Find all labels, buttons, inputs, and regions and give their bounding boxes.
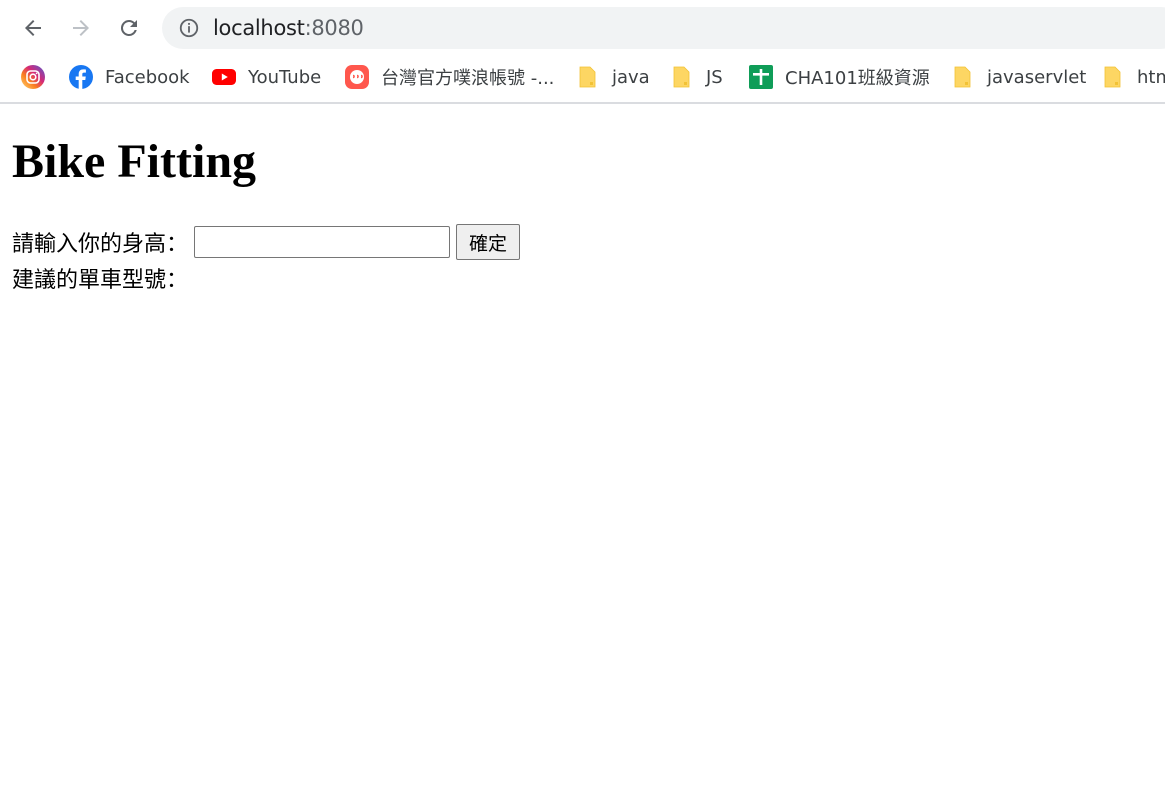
bookmark-js[interactable]: JS	[670, 58, 723, 96]
bookmark-label: javaservlet	[987, 66, 1087, 88]
height-input[interactable]	[194, 226, 451, 258]
browser-chrome: localhost:8080 Facebook YouTube 台灣官方噗浪帳號…	[0, 0, 1165, 104]
bookmark-label: htm	[1137, 66, 1165, 88]
forward-arrow-icon	[73, 20, 89, 36]
bookmarks-bar: Facebook YouTube 台灣官方噗浪帳號 -... java JS C…	[0, 58, 1165, 96]
bookmark-label: YouTube	[248, 66, 322, 88]
bookmark-instagram[interactable]	[21, 58, 45, 96]
bookmark-facebook[interactable]: Facebook	[69, 58, 190, 96]
bookmark-youtube[interactable]: YouTube	[212, 58, 321, 96]
address-bar[interactable]: localhost:8080	[162, 7, 1165, 49]
youtube-icon	[212, 65, 236, 89]
bookmark-javaservlet[interactable]: javaservlet	[951, 58, 1086, 96]
height-label: 請輸入你的身高：	[12, 231, 189, 256]
page-title: Bike Fitting	[12, 135, 257, 188]
bookmark-plurk[interactable]: 台灣官方噗浪帳號 -...	[345, 58, 554, 96]
folder-icon	[1101, 65, 1125, 89]
plurk-icon	[345, 65, 369, 89]
height-form-row: 請輸入你的身高： 確定	[12, 224, 521, 260]
folder-icon	[670, 65, 694, 89]
bookmark-java[interactable]: java	[576, 58, 650, 96]
page-content: Bike Fitting 請輸入你的身高： 確定 建議的單車型號：	[0, 104, 1165, 796]
back-button[interactable]	[17, 12, 49, 44]
bookmark-label: JS	[706, 66, 723, 88]
reload-icon	[120, 19, 137, 36]
google-sheets-icon	[749, 65, 773, 89]
confirm-button[interactable]: 確定	[456, 224, 521, 260]
facebook-icon	[69, 65, 93, 89]
forward-button[interactable]	[65, 12, 97, 44]
reload-button[interactable]	[113, 12, 145, 44]
bookmark-label: CHA101班級資源	[785, 68, 930, 89]
url-host: localhost	[213, 16, 305, 40]
folder-icon	[576, 65, 600, 89]
url-text: localhost:8080	[213, 16, 364, 40]
bookmark-cha101[interactable]: CHA101班級資源	[749, 58, 930, 96]
bookmark-htm[interactable]: htm	[1101, 58, 1165, 96]
instagram-icon	[21, 65, 45, 89]
bookmark-label: 台灣官方噗浪帳號 -...	[381, 68, 555, 89]
result-label: 建議的單車型號：	[12, 267, 189, 292]
folder-icon	[951, 65, 975, 89]
url-port: :8080	[304, 16, 364, 40]
info-icon[interactable]	[177, 16, 201, 40]
back-arrow-icon	[25, 20, 41, 36]
bookmark-label: Facebook	[105, 66, 190, 88]
bookmark-label: java	[612, 66, 650, 88]
